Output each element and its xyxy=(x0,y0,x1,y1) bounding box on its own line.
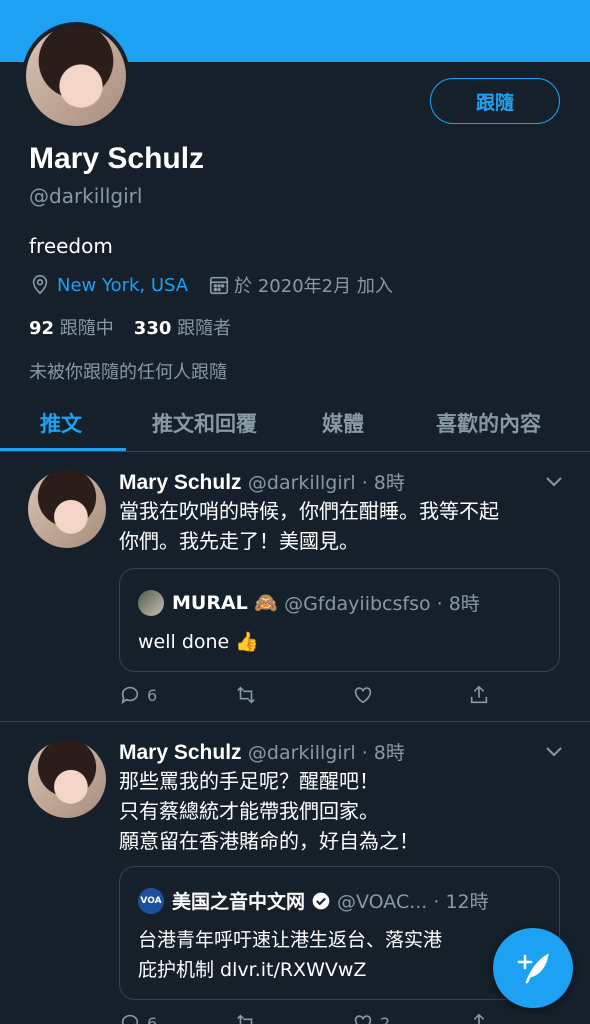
quoted-tweet[interactable]: MURAL 🙈 @Gfdayiibcsfso · 8時 well done 👍 xyxy=(119,568,560,672)
retweet-button[interactable] xyxy=(235,684,257,706)
like-button[interactable] xyxy=(352,684,374,706)
follow-button[interactable]: 跟隨 xyxy=(430,78,560,124)
profile-meta: New York, USA 於 2020年2月 加入 xyxy=(29,272,393,298)
tweet-author-meta: @darkillgirl · 8時 xyxy=(247,742,405,764)
compose-feather-icon xyxy=(517,953,549,984)
share-icon xyxy=(470,685,488,704)
quoted-tweet-header: VOA 美国之音中文网 @VOAC... · 12時 xyxy=(138,887,489,914)
quoted-tweet-text: well done 👍 xyxy=(138,631,259,653)
tab-tweets[interactable]: 推文 xyxy=(40,408,82,438)
quoted-author-meta: @Gfdayiibcsfso · 8時 xyxy=(284,593,480,615)
compose-tweet-button[interactable] xyxy=(493,928,573,1008)
not-followed-note: 未被你跟隨的任何人跟隨 xyxy=(29,362,227,383)
profile-tabs: 推文 推文和回覆 媒體 喜歡的內容 xyxy=(0,398,590,452)
quoted-tweet-header: MURAL 🙈 @Gfdayiibcsfso · 8時 xyxy=(138,589,480,616)
followers-link[interactable]: 330 跟隨者 xyxy=(134,314,231,340)
reply-button[interactable]: 6 xyxy=(119,1012,157,1024)
location-pin-icon xyxy=(32,275,48,295)
tweet-author-name[interactable]: Mary Schulz xyxy=(119,471,242,494)
verified-badge-icon xyxy=(312,892,330,909)
tab-likes[interactable]: 喜歡的內容 xyxy=(436,408,541,438)
tweet-avatar[interactable] xyxy=(28,470,106,548)
calendar-icon xyxy=(210,276,229,295)
tweet-author-name[interactable]: Mary Schulz xyxy=(119,741,242,764)
chevron-down-icon[interactable] xyxy=(545,746,563,758)
chevron-down-icon[interactable] xyxy=(545,476,563,488)
share-button[interactable] xyxy=(468,1012,490,1024)
tweet-header: Mary Schulz @darkillgirl · 8時 xyxy=(119,468,405,495)
tweet-author-meta: @darkillgirl · 8時 xyxy=(247,472,405,494)
profile-bio: freedom xyxy=(29,234,113,258)
profile-name: Mary Schulz xyxy=(29,142,205,175)
profile-joined: 於 2020年2月 加入 xyxy=(234,276,393,297)
like-count: 2 xyxy=(380,1013,391,1024)
retweet-icon xyxy=(237,1014,253,1024)
tweet[interactable]: Mary Schulz @darkillgirl · 8時 當我在吹哨的時候，你… xyxy=(0,452,590,722)
quoted-author-meta: @VOAC... · 12時 xyxy=(337,891,489,913)
reply-count: 6 xyxy=(147,1013,158,1024)
heart-icon xyxy=(354,1015,372,1024)
quoted-avatar xyxy=(138,589,164,616)
quoted-tweet-text: 台港青年呼吁速让港生返台、落实港 庇护机制 dlvr.it/RXWVwZ xyxy=(138,929,443,981)
profile-location-link[interactable]: New York, USA xyxy=(57,275,188,296)
reply-icon xyxy=(121,1014,139,1024)
tweet-header: Mary Schulz @darkillgirl · 8時 xyxy=(119,738,405,765)
heart-icon xyxy=(354,687,372,704)
reply-icon xyxy=(121,686,139,705)
tweet-text: 當我在吹哨的時候，你們在酣睡。我等不起 你們。我先走了！美國見。 xyxy=(119,499,499,553)
profile-avatar[interactable] xyxy=(22,22,130,130)
tab-media[interactable]: 媒體 xyxy=(322,408,364,438)
tab-tweets-replies[interactable]: 推文和回覆 xyxy=(152,408,257,438)
follow-counts: 92 跟隨中 330 跟隨者 xyxy=(29,314,231,340)
quoted-author-name: MURAL 🙈 xyxy=(172,592,279,614)
quoted-author-name: 美国之音中文网 xyxy=(172,891,306,913)
share-icon xyxy=(473,1013,485,1024)
share-button[interactable] xyxy=(468,684,490,706)
tweet-text: 那些罵我的手足呢？醒醒吧！ 只有蔡總統才能帶我們回家。 願意留在香港賭命的，好自… xyxy=(119,769,419,853)
following-link[interactable]: 92 跟隨中 xyxy=(29,314,114,340)
retweet-button[interactable] xyxy=(235,1012,257,1024)
retweet-icon xyxy=(237,686,255,704)
active-tab-indicator xyxy=(0,448,126,451)
reply-count: 6 xyxy=(147,685,158,705)
voa-logo: VOA xyxy=(138,887,164,914)
reply-button[interactable]: 6 xyxy=(119,684,157,706)
like-button[interactable]: 2 xyxy=(352,1012,390,1024)
tweet-avatar[interactable] xyxy=(28,740,106,818)
profile-handle: @darkillgirl xyxy=(29,184,143,208)
